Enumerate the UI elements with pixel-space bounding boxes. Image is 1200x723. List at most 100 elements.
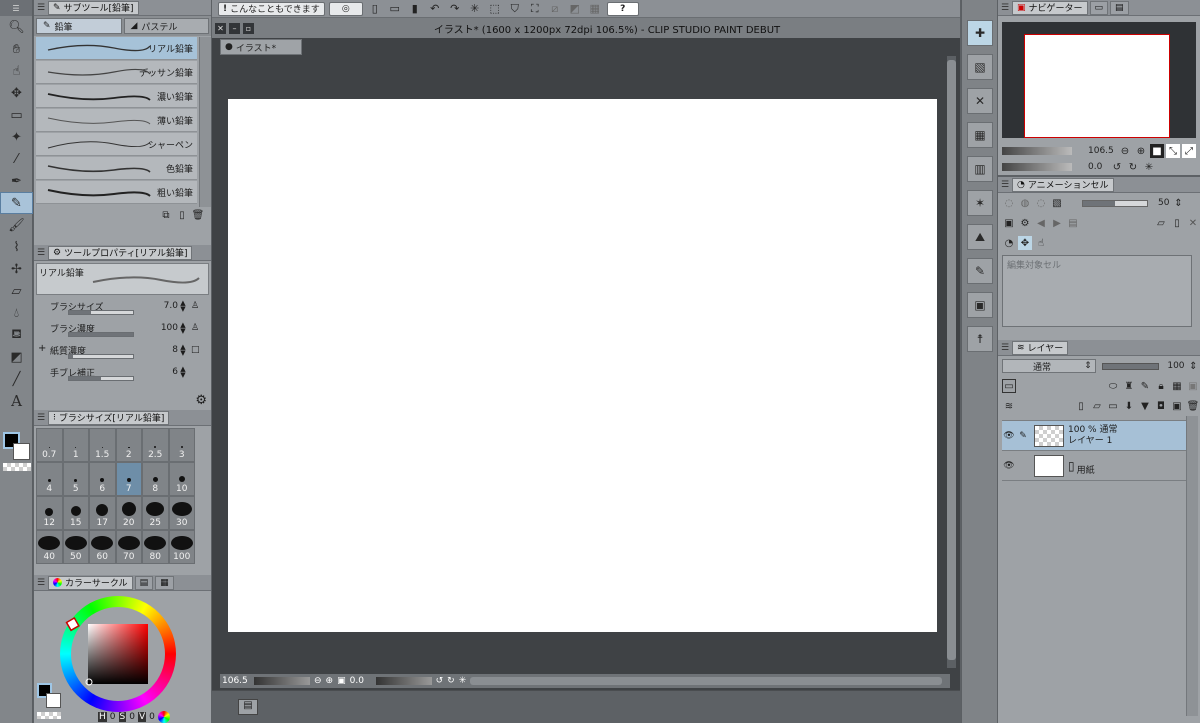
brush-size-preset[interactable]: 8: [142, 462, 169, 496]
light-table-icon[interactable]: ▧: [1050, 196, 1064, 210]
property-value[interactable]: 8: [148, 345, 178, 355]
flip-vertical-icon[interactable]: ⤢: [1182, 144, 1196, 158]
material-landscape-icon[interactable]: ⛰: [967, 224, 993, 250]
rotate-left-icon[interactable]: ↺: [1110, 160, 1124, 174]
fit-icon[interactable]: ▣: [337, 676, 346, 686]
maximize-window-icon[interactable]: ▫: [243, 22, 254, 34]
brush-size-preset[interactable]: 20: [115, 496, 142, 530]
transform-icon[interactable]: ⛶: [527, 2, 543, 16]
selection-tool-icon[interactable]: ▭: [0, 104, 33, 126]
onion-next-icon[interactable]: ◌: [1034, 196, 1048, 210]
brush-size-preset[interactable]: 100: [168, 530, 195, 564]
subtool-item[interactable]: デッサン鉛筆: [36, 61, 197, 84]
property-option-icon[interactable]: □: [191, 345, 200, 355]
subtool-item[interactable]: 薄い鉛筆: [36, 109, 197, 132]
stepper-icon[interactable]: ▲ ▼: [178, 344, 188, 357]
scrollbar-thumb[interactable]: [947, 60, 956, 660]
tool-property-row[interactable]: + 紙質濃度 8 ▲ ▼ □: [34, 339, 211, 361]
panel-menu-icon[interactable]: ☰: [34, 411, 48, 425]
material-icon[interactable]: ✚: [967, 20, 993, 46]
move-cel-icon[interactable]: ✥: [1018, 236, 1032, 250]
reference-layer-icon[interactable]: ♜: [1122, 379, 1136, 393]
text-tool-icon[interactable]: A: [0, 390, 33, 412]
property-value[interactable]: 6: [148, 367, 178, 377]
material-figure-icon[interactable]: ☨: [967, 326, 993, 352]
merge-down-icon[interactable]: ▼: [1138, 399, 1152, 413]
brush-size-preset[interactable]: 10: [168, 462, 195, 496]
transfer-down-icon[interactable]: ⬇: [1122, 399, 1136, 413]
airbrush-tool-icon[interactable]: ⌇: [0, 236, 33, 258]
minimize-window-icon[interactable]: –: [229, 22, 240, 34]
brush-size-preset[interactable]: 7: [115, 462, 142, 496]
brush-size-preset[interactable]: 17: [89, 496, 116, 530]
onion-back-icon[interactable]: ◔: [1002, 236, 1016, 250]
deselect-icon[interactable]: ⬚: [487, 2, 503, 16]
document-tab[interactable]: ● イラスト*: [220, 39, 302, 55]
transparent-color-swatch[interactable]: [3, 463, 31, 471]
undo-icon[interactable]: ↶: [427, 2, 443, 16]
layer-opacity-slider[interactable]: [1101, 362, 1160, 370]
eye-icon[interactable]: 👁︎: [1002, 431, 1016, 441]
property-option-icon[interactable]: ♙: [191, 301, 199, 311]
subtool-item[interactable]: シャーペン: [36, 133, 197, 156]
clear-icon[interactable]: ✳: [467, 2, 483, 16]
brush-size-preset[interactable]: 30: [168, 496, 195, 530]
eye-icon[interactable]: 👁︎: [1002, 461, 1016, 471]
brush-size-preset[interactable]: 25: [142, 496, 169, 530]
stepper-icon[interactable]: ⇕: [1171, 196, 1185, 210]
material-3d-icon[interactable]: ▣: [967, 292, 993, 318]
onion-prev-icon[interactable]: ◌: [1002, 196, 1016, 210]
rotate-right-icon[interactable]: ↻: [447, 676, 455, 686]
rotate-left-icon[interactable]: ↺: [436, 676, 444, 686]
brush-size-preset[interactable]: 12: [36, 496, 63, 530]
material-close-icon[interactable]: ✕: [967, 88, 993, 114]
brush-size-tab[interactable]: ⁝ ブラシサイズ[リアル鉛筆]: [48, 410, 170, 425]
property-slider[interactable]: [68, 376, 134, 381]
subtool-panel-tab[interactable]: ✎ サブツール[鉛筆]: [48, 0, 139, 15]
sub-color-swatch[interactable]: [46, 693, 61, 708]
material-effect-icon[interactable]: ✶: [967, 190, 993, 216]
subtool-item[interactable]: 濃い鉛筆: [36, 85, 197, 108]
brush-size-preset[interactable]: 70: [115, 530, 142, 564]
tool-property-row[interactable]: ブラシ濃度 100 ▲ ▼ ♙: [34, 317, 211, 339]
delete-subtool-icon[interactable]: 🗑︎: [191, 208, 205, 222]
cel-list-icon[interactable]: ▤: [1066, 216, 1080, 230]
material-picture-icon[interactable]: ▧: [967, 54, 993, 80]
onion-toggle-icon[interactable]: ◍: [1018, 196, 1032, 210]
brush-size-preset[interactable]: 0.7: [36, 428, 63, 462]
property-option-icon[interactable]: ♙: [191, 323, 199, 333]
opacity-slider[interactable]: [1082, 199, 1148, 207]
property-slider[interactable]: [68, 310, 134, 315]
hint-button[interactable]: ! こんなこともできます: [218, 1, 325, 16]
fill-selection-icon[interactable]: ⛉: [507, 2, 523, 16]
operation-tool-icon[interactable]: ☝︎: [0, 60, 33, 82]
delete-cel-icon[interactable]: ✕: [1186, 216, 1200, 230]
lock-transparent-icon[interactable]: ▦: [1170, 379, 1184, 393]
new-folder-icon[interactable]: ▭: [1106, 399, 1120, 413]
angle-value[interactable]: 0.0: [350, 676, 372, 686]
brush-size-preset[interactable]: 60: [89, 530, 116, 564]
transparent-color-swatch[interactable]: [37, 712, 61, 719]
new-cel-icon[interactable]: ▯: [1170, 216, 1184, 230]
brush-size-preset[interactable]: 1: [62, 428, 89, 462]
pencil-tool-icon[interactable]: ✎: [0, 192, 33, 214]
stepper-icon[interactable]: ▲ ▼: [178, 366, 188, 379]
reset-rotation-icon[interactable]: ✳: [459, 676, 467, 686]
figure-tool-icon[interactable]: ╱: [0, 368, 33, 390]
panel-menu-icon[interactable]: ☰: [34, 576, 48, 590]
stepper-icon[interactable]: ▲ ▼: [178, 322, 188, 335]
zoom-tool-icon[interactable]: 🔍︎: [0, 16, 33, 38]
timeline-toggle-icon[interactable]: ▤: [238, 699, 258, 715]
subtool-group-pencil[interactable]: ✎ 鉛筆: [36, 18, 122, 34]
material-brush-icon[interactable]: ✎: [967, 258, 993, 284]
color-space-icon[interactable]: [157, 711, 170, 723]
layer-stack-icon[interactable]: ≋: [1002, 399, 1016, 413]
decoration-tool-icon[interactable]: ✢: [0, 258, 33, 280]
color-slider-tab[interactable]: ▤: [134, 575, 154, 590]
subtool-group-pastel[interactable]: ◢ パステル: [123, 18, 209, 34]
color-circle-tab[interactable]: カラーサークル: [48, 575, 133, 590]
property-slider[interactable]: [68, 332, 134, 337]
panel-menu-icon[interactable]: ☰: [998, 1, 1012, 15]
new-subtool-icon[interactable]: ▯: [175, 208, 189, 222]
rotate-right-icon[interactable]: ↻: [1126, 160, 1140, 174]
